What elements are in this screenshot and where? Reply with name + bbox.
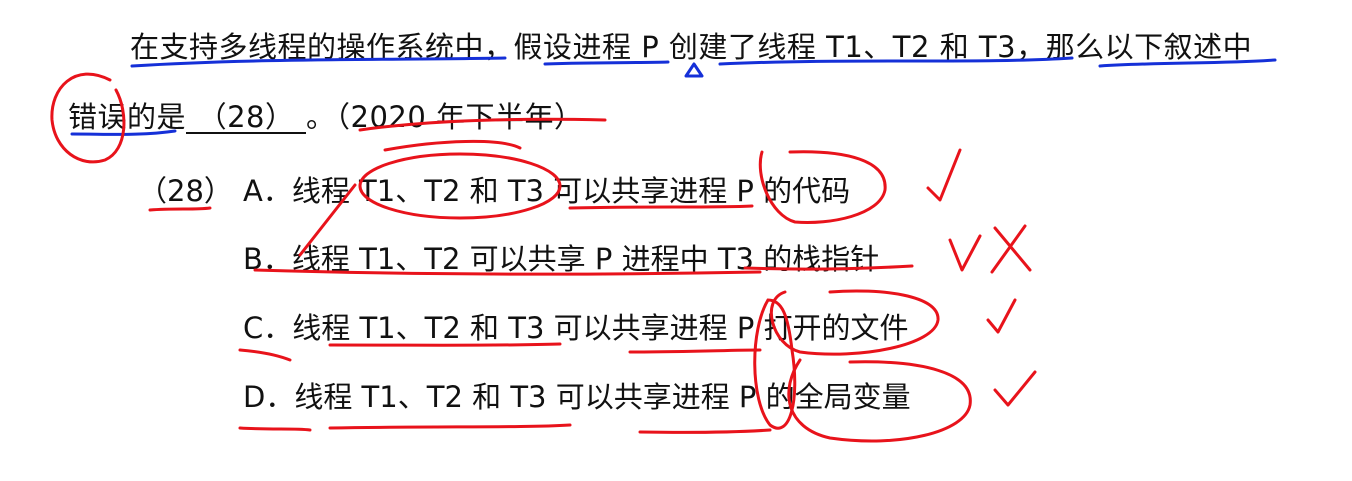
option-b-letter: B． <box>243 242 292 276</box>
option-d-letter: D． <box>243 380 295 414</box>
option-a: A．线程 T1、T2 和 T3 可以共享进程 P 的代码 <box>243 168 850 210</box>
question-line-1: 在支持多线程的操作系统中，假设进程 P 创建了线程 T1、T2 和 T3，那么以… <box>130 24 1252 66</box>
red-underline-option-d-2 <box>638 428 772 434</box>
question-text-prefix: 错误的是 <box>68 100 187 134</box>
red-check-c <box>986 298 1017 334</box>
option-number: （28） <box>138 174 233 208</box>
option-d-text: 线程 T1、T2 和 T3 可以共享进程 P 的全局变量 <box>294 380 911 414</box>
red-underline-option-d <box>328 423 572 430</box>
option-d: D．线程 T1、T2 和 T3 可以共享进程 P 的全局变量 <box>243 374 911 416</box>
question-text: 在支持多线程的操作系统中，假设进程 P 创建了线程 T1、T2 和 T3，那么以… <box>130 30 1253 64</box>
question-line-2: 错误的是 （28） 。（2020 年下半年） <box>68 94 584 136</box>
red-check-d <box>993 370 1037 407</box>
option-c-text: 线程 T1、T2 和 T3 可以共享进程 P 打开的文件 <box>292 311 909 345</box>
question-source: 。（2020 年下半年） <box>306 100 584 134</box>
red-x-b-2 <box>990 224 1032 274</box>
red-x-b-1 <box>948 234 982 272</box>
red-stroke-threads-a <box>383 139 522 152</box>
option-a-letter: A． <box>243 174 292 208</box>
option-a-text: 线程 T1、T2 和 T3 可以共享进程 P 的代码 <box>291 174 851 208</box>
red-underline-option-c-2 <box>628 348 762 354</box>
red-check-a <box>926 148 962 202</box>
option-b: B．线程 T1、T2 可以共享 P 进程中 T3 的栈指针 <box>243 236 879 278</box>
answer-blank: （28） <box>186 102 307 134</box>
red-underline-c-letter <box>238 348 292 362</box>
option-c: C．线程 T1、T2 和 T3 可以共享进程 P 打开的文件 <box>243 305 909 347</box>
red-underline-d-letter <box>238 426 312 432</box>
option-b-text: 线程 T1、T2 可以共享 P 进程中 T3 的栈指针 <box>291 242 880 276</box>
option-c-letter: C． <box>243 311 293 345</box>
